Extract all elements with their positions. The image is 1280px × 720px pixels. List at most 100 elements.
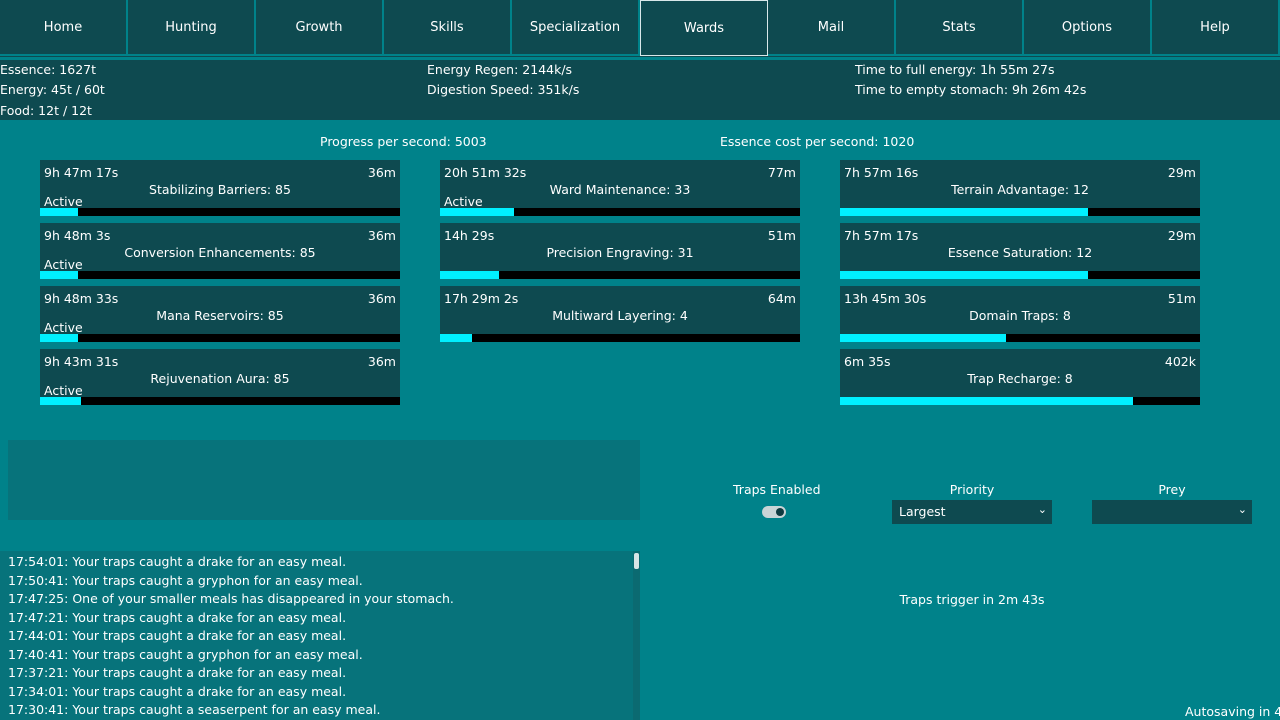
log-entry: 17:50:41: Your traps caught a gryphon fo… [8,572,363,588]
ward-time-remaining: 7h 57m 17s [844,228,919,243]
ward-status: Active [44,383,83,398]
tab-growth[interactable]: Growth [256,0,384,56]
chevron-down-icon: ⌄ [1037,503,1047,516]
ward-name: Mana Reservoirs: 85 [156,308,284,323]
traps-trigger-timer: Traps trigger in 2m 43s [899,592,1045,607]
log-entry: 17:54:01: Your traps caught a drake for … [8,554,347,569]
ward-progress-fill [840,271,1089,279]
ward-name: Domain Traps: 8 [969,308,1071,323]
ward-status: Active [444,194,483,209]
ward-time-remaining: 20h 51m 32s [444,165,527,180]
ward-card[interactable]: 6m 35s 402k Trap Recharge: 8 [840,349,1200,405]
ward-cost: 402k [1164,354,1196,369]
digestion-speed-stat: Digestion Speed: 351k/s [427,82,580,97]
progress-per-second: Progress per second: 5003 [320,134,487,149]
message-log: 17:54:01: Your traps caught a drake for … [0,551,640,720]
ward-time-remaining: 7h 57m 16s [844,165,919,180]
ward-card[interactable]: 14h 29s 51m Precision Engraving: 31 [440,223,800,279]
top-nav: Home Hunting Growth Skills Specialization War… [0,0,1280,58]
ward-time-remaining: 9h 47m 17s [44,165,119,180]
ward-progress-bar [840,208,1200,216]
ward-progress-fill [40,208,78,216]
ward-cost: 36m [367,354,396,369]
ward-progress-bar [40,334,400,342]
tab-skills[interactable]: Skills [384,0,512,56]
ward-time-remaining: 9h 43m 31s [44,354,119,369]
log-scrollbar[interactable] [633,551,640,720]
ward-progress-fill [840,334,1006,342]
ward-cost: 36m [367,165,396,180]
log-entry: 17:30:41: Your traps caught a seaserpent… [8,702,381,717]
ward-card[interactable]: 9h 43m 31s 36m Rejuvenation Aura: 85 Active [40,349,400,405]
ward-time-remaining: 9h 48m 3s [44,228,111,243]
tab-help[interactable]: Help [1152,0,1280,56]
tab-mail[interactable]: Mail [768,0,896,56]
ward-progress-fill [40,397,82,405]
log-entry: 17:40:41: Your traps caught a gryphon fo… [8,646,363,662]
ward-name: Stabilizing Barriers: 85 [149,182,291,197]
tab-home[interactable]: Home [0,0,128,56]
ward-name: Multiward Layering: 4 [552,308,688,323]
ward-card[interactable]: 7h 57m 17s 29m Essence Saturation: 12 [840,223,1200,279]
ward-card[interactable]: 9h 47m 17s 36m Stabilizing Barriers: 85 Act… [40,160,400,216]
ward-name: Ward Maintenance: 33 [549,182,691,197]
ward-progress-bar [40,208,400,216]
info-panel [8,440,640,520]
ward-status: Active [44,257,83,272]
tab-options[interactable]: Options [1024,0,1152,56]
priority-select[interactable]: Largest ⌄ [892,500,1052,524]
ward-cost: 29m [1167,165,1196,180]
ward-cost: 51m [767,228,796,243]
ward-progress-fill [840,208,1089,216]
ward-status: Active [44,194,83,209]
ward-card[interactable]: 9h 48m 33s 36m Mana Reservoirs: 85 Active [40,286,400,342]
tab-hunting[interactable]: Hunting [128,0,256,56]
priority-label: Priority [949,482,995,497]
energy-stat: Energy: 45t / 60t [0,82,105,97]
energy-regen-stat: Energy Regen: 2144k/s [427,62,573,77]
ward-progress-bar [440,271,800,279]
toggle-knob [776,508,784,516]
ward-progress-fill [440,334,473,342]
tab-stats[interactable]: Stats [896,0,1024,56]
log-entry: 17:47:25: One of your smaller meals has … [8,591,454,606]
log-entry: 17:37:21: Your traps caught a drake for … [8,665,347,680]
ward-progress-fill [40,334,78,342]
ward-time-remaining: 6m 35s [844,354,891,369]
tab-wards[interactable]: Wards [640,0,768,56]
tab-specialization[interactable]: Specialization [512,0,640,56]
ward-progress-bar [840,397,1200,405]
stats-panel: Essence: 1627t Energy: 45t / 60t Food: 1… [0,60,1280,120]
ward-cost: 29m [1167,228,1196,243]
ward-progress-bar [440,208,800,216]
prey-select[interactable]: ⌄ [1092,500,1252,524]
traps-enabled-label: Traps Enabled [733,482,821,497]
ward-name: Conversion Enhancements: 85 [124,245,316,260]
ward-progress-bar [40,397,400,405]
ward-time-remaining: 17h 29m 2s [444,291,519,306]
ward-progress-fill [440,271,500,279]
ward-cost: 51m [1167,291,1196,306]
ward-cost: 36m [367,291,396,306]
ward-card[interactable]: 7h 57m 16s 29m Terrain Advantage: 12 [840,160,1200,216]
ward-card[interactable]: 20h 51m 32s 77m Ward Maintenance: 33 Active [440,160,800,216]
ward-time-remaining: 14h 29s [444,228,495,243]
ward-status: Active [44,320,83,335]
ward-progress-fill [440,208,514,216]
ward-progress-bar [40,271,400,279]
prey-label: Prey [1158,482,1186,497]
ward-card[interactable]: 9h 48m 3s 36m Conversion Enhancements: 85 A… [40,223,400,279]
ward-progress-bar [840,271,1200,279]
traps-enabled-toggle[interactable] [762,506,786,518]
priority-selected-value: Largest [899,504,946,519]
log-entry: 17:34:01: Your traps caught a drake for … [8,683,347,699]
ward-card[interactable]: 17h 29m 2s 64m Multiward Layering: 4 [440,286,800,342]
log-scrollbar-thumb[interactable] [634,553,639,569]
ward-card[interactable]: 13h 45m 30s 51m Domain Traps: 8 [840,286,1200,342]
time-to-empty-stomach-stat: Time to empty stomach: 9h 26m 42s [855,82,1087,97]
log-entry: 17:47:21: Your traps caught a drake for … [8,609,347,625]
autosave-status: Autosaving in 4 [1185,704,1280,719]
food-stat: Food: 12t / 12t [0,103,92,118]
ward-name: Terrain Advantage: 12 [951,182,1089,197]
ward-time-remaining: 13h 45m 30s [844,291,927,306]
